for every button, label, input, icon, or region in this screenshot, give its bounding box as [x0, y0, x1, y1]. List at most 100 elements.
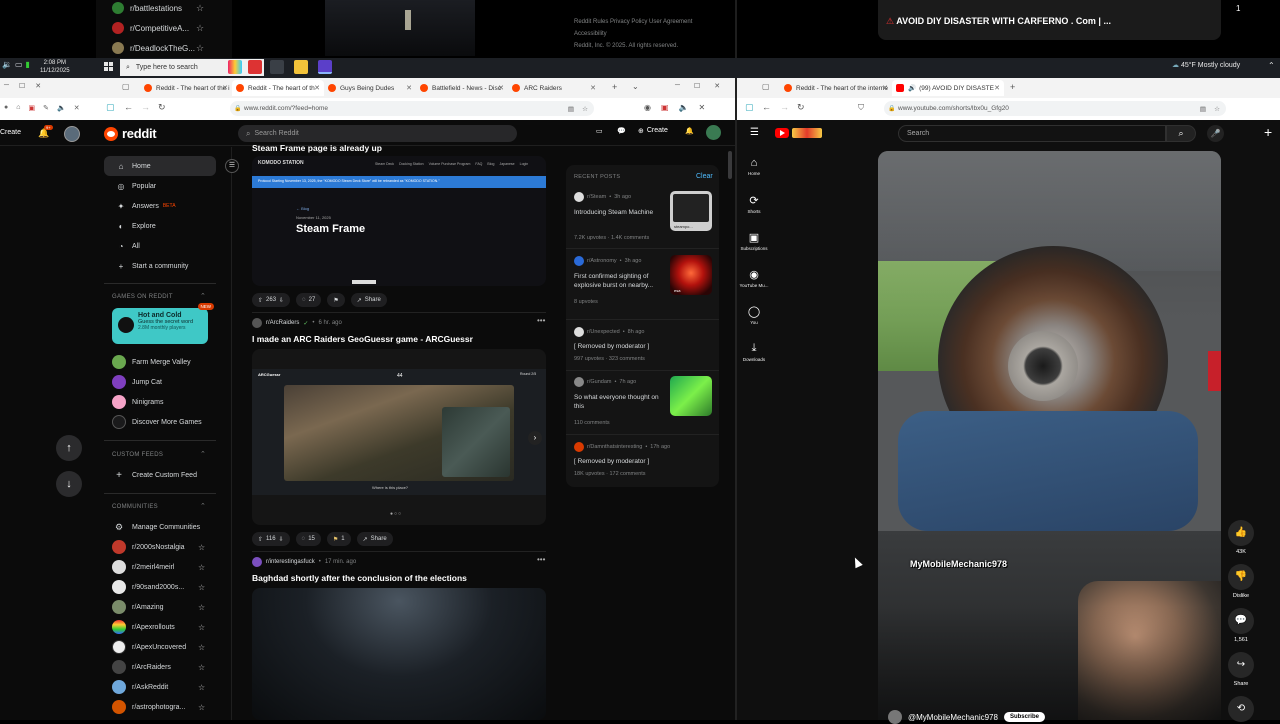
more-options-icon[interactable]: ••• — [537, 316, 545, 325]
channel-name[interactable]: @MyMobileMechanic978 — [908, 713, 998, 722]
create-custom-feed[interactable]: + Create Custom Feed — [112, 465, 222, 485]
shield-icon[interactable]: ▣ — [28, 104, 35, 112]
ads-icon[interactable]: ▭ — [596, 127, 603, 135]
recent-post-title[interactable]: First confirmed sighting of explosive bu… — [574, 272, 664, 290]
firefox-icon[interactable] — [318, 60, 332, 74]
yt-nav-subscriptions[interactable]: ▣ Subscriptions — [737, 231, 771, 251]
sidebar-item-answers[interactable]: ✦ Answers BETA — [104, 196, 216, 216]
tab-reddit-1[interactable]: Reddit - The heart of the i ✕ — [140, 80, 232, 96]
recent-post-thumbnail[interactable] — [670, 376, 712, 416]
recent-post-title[interactable]: [ Removed by moderator ] — [574, 342, 664, 351]
star-icon[interactable]: ☆ — [198, 703, 205, 712]
community-item[interactable]: r/Amazing ☆ — [112, 597, 212, 617]
star-icon[interactable]: ☆ — [196, 43, 204, 54]
yt-nav-home[interactable]: ⌂ Home — [737, 157, 771, 176]
yt-nav-downloads[interactable]: ⤓ Downloads — [737, 342, 771, 362]
game-item[interactable]: Discover More Games — [112, 412, 212, 432]
back-icon[interactable]: ← — [762, 102, 771, 112]
star-icon[interactable]: ☆ — [196, 3, 204, 14]
restore-icon[interactable]: ☐ — [694, 82, 700, 90]
star-icon[interactable]: ☆ — [198, 603, 205, 612]
footer-link-row[interactable]: Reddit Rules Privacy Policy User Agreeme… — [574, 16, 724, 28]
youtube-doodle[interactable] — [792, 128, 822, 138]
recent-post-thumbnail[interactable]: esa — [670, 255, 712, 295]
recent-post-title[interactable]: So what everyone thought on this — [574, 393, 664, 411]
windows-start-icon[interactable] — [104, 62, 114, 72]
pen-icon[interactable]: ✎ — [43, 104, 49, 112]
star-icon[interactable]: ☆ — [198, 543, 205, 552]
community-item[interactable]: r/astrophotogra... ☆ — [112, 697, 212, 717]
extension-icon[interactable]: ◉ — [644, 103, 651, 112]
reader-icon[interactable]: ▤ — [1200, 105, 1206, 113]
taskbar-clock[interactable]: 2:08 PM 11/12/2025 — [40, 59, 70, 75]
yt-video-title[interactable]: ⚠ AVOID DIY DISASTER WITH CARFERNO . Com… — [886, 16, 1111, 27]
extension-icon[interactable]: ● — [4, 104, 8, 112]
community-item[interactable]: r/ArcRaiders ☆ — [112, 657, 212, 677]
communities-heading[interactable]: COMMUNITIES — [112, 504, 158, 510]
sidebar-item-popular[interactable]: ◎ Popular — [104, 176, 216, 196]
upper-video-thumbnail[interactable] — [325, 0, 475, 56]
post-media-arcguessr[interactable]: ARCGuessr 44 Round 2/5 Where is this pla… — [252, 349, 546, 525]
network-icon[interactable]: ▭ — [15, 60, 23, 69]
community-item[interactable]: r/Apexrollouts ☆ — [112, 617, 212, 637]
scrollbar-thumb[interactable] — [728, 151, 732, 179]
more-options-icon[interactable]: ••• — [537, 555, 545, 564]
recent-post-thumbnail[interactable]: steampo... — [670, 191, 712, 231]
speaker-icon[interactable]: 🔊 — [908, 84, 916, 92]
task-view-icon[interactable] — [270, 60, 284, 74]
community-item[interactable]: r/2meirl4meirl ☆ — [112, 557, 212, 577]
post-media-steam-frame[interactable]: KOMODO STATION Steam Deck Docking Station… — [252, 156, 546, 286]
reload-icon[interactable]: ↻ — [158, 102, 166, 113]
close-icon[interactable]: ✕ — [314, 84, 320, 92]
scrollbar-track[interactable] — [727, 150, 733, 720]
star-icon[interactable]: ☆ — [198, 623, 205, 632]
file-explorer-icon[interactable] — [294, 60, 308, 74]
manage-communities[interactable]: ⚙ Manage Communities — [112, 517, 222, 537]
sidebar-item-home[interactable]: ⌂ Home — [104, 156, 216, 176]
like-button[interactable]: 👍 43K — [1228, 520, 1254, 555]
post-title[interactable]: Steam Frame page is already up — [252, 143, 382, 153]
chevron-down-icon[interactable]: ⌄ — [632, 82, 639, 91]
taskbar-app-icon[interactable] — [248, 60, 262, 74]
tab-battlefield[interactable]: Battlefield - News - Disc ✕ — [416, 80, 508, 96]
close-icon[interactable]: ✕ — [406, 84, 412, 92]
upvote-icon[interactable]: ⇧ — [258, 536, 263, 543]
minimize-icon[interactable]: ─ — [675, 82, 680, 90]
comments-button[interactable]: ◌ 27 — [296, 293, 322, 307]
back-icon[interactable]: ← — [124, 102, 133, 112]
sidebar-item-all[interactable]: ◔ All — [104, 236, 216, 256]
tab-youtube[interactable]: 🔊 (99) AVOID DIY DISASTE ✕ — [892, 80, 1004, 96]
youtube-search-input[interactable]: Search — [898, 125, 1166, 142]
tab-arc-raiders[interactable]: ARC Raiders ✕ — [508, 80, 600, 96]
right-url-field[interactable]: 🔒 www.youtube.com/shorts/lbx0u_Gfg20 ▤ ☆ — [884, 101, 1226, 116]
share-button[interactable]: ↗ Share — [356, 532, 393, 546]
recent-post-title[interactable]: Introducing Steam Machine — [574, 208, 664, 217]
close-icon[interactable]: ✕ — [222, 84, 228, 92]
close-icon[interactable]: ✕ — [74, 104, 80, 112]
recent-post-title[interactable]: [ Removed by moderator ] — [574, 457, 664, 466]
close-icon[interactable]: ✕ — [35, 82, 41, 90]
close-icon[interactable]: ✕ — [498, 84, 504, 92]
minimize-icon[interactable]: ─ — [4, 82, 9, 90]
community-item[interactable]: r/2000sNostalgia ☆ — [112, 537, 212, 557]
downvote-icon[interactable]: ⇩ — [279, 297, 284, 304]
new-tab-plus-icon[interactable]: + — [1010, 82, 1015, 92]
community-item[interactable]: r/AskReddit ☆ — [112, 677, 212, 697]
recent-post-subreddit[interactable]: r/Unexpected • 8h ago — [574, 327, 644, 337]
close-icon[interactable]: ✕ — [714, 82, 720, 90]
chevron-up-icon[interactable]: ⌃ — [1268, 61, 1275, 70]
notification-icon[interactable]: 🔔 9+ — [38, 125, 53, 139]
shorts-video-player[interactable] — [878, 151, 1221, 720]
scroll-up-button[interactable]: ↑ — [56, 435, 82, 461]
forward-icon[interactable]: → — [780, 102, 789, 112]
community-avatar[interactable] — [252, 318, 262, 328]
restore-icon[interactable]: ☐ — [19, 82, 25, 90]
yt-nav-shorts[interactable]: ⟳ Shorts — [737, 194, 771, 214]
star-icon[interactable]: ☆ — [196, 23, 204, 34]
upper-community-item[interactable]: r/DeadlockTheG... ☆ — [112, 38, 204, 58]
yt-nav-music[interactable]: ◉ YouTube Mu... — [737, 268, 771, 288]
recent-post-subreddit[interactable]: r/Damnthatsinteresting • 17h ago — [574, 442, 670, 452]
upper-community-item[interactable]: r/CompetitiveA... ☆ — [112, 18, 204, 38]
star-icon[interactable]: ☆ — [198, 643, 205, 652]
shield-icon[interactable]: ⛉ — [858, 103, 864, 113]
